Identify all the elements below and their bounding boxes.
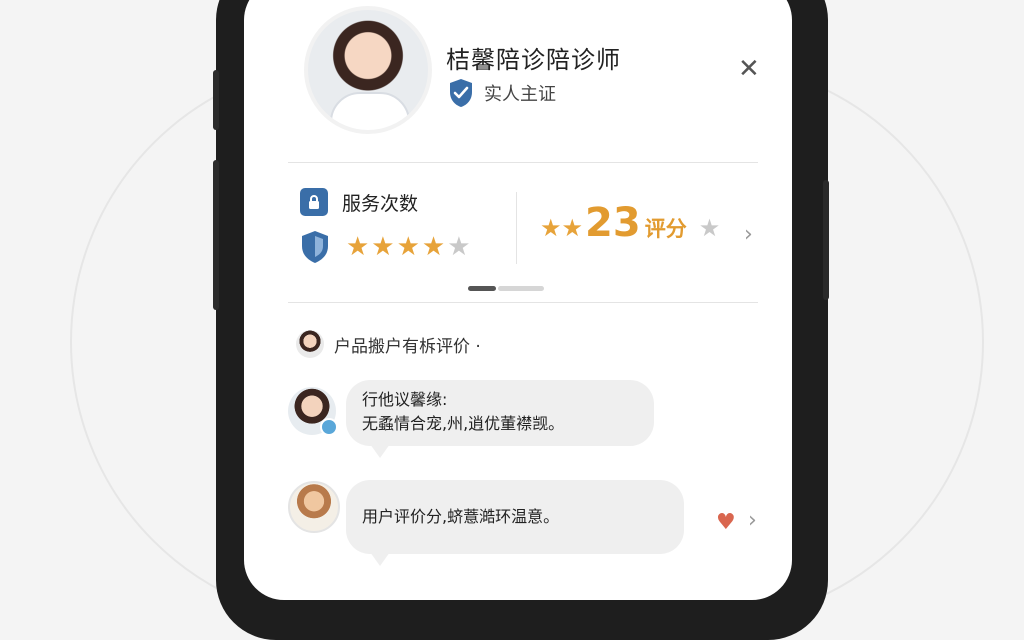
stats-stars-row: ★★★★★ <box>300 230 473 264</box>
star-rating: ★★★★★ <box>346 232 473 262</box>
phone-screen: 桔馨陪诊陪诊师 实人主证 ✕ 服务次数 ★★★★★ ★★ 23 评分 ★ › 户… <box>244 0 792 600</box>
chevron-right-icon[interactable]: › <box>748 508 757 533</box>
review-bubble[interactable]: 用户评价分,蛴薏澔环温意。 <box>346 480 684 554</box>
reviewer-avatar[interactable] <box>288 481 340 533</box>
page-indicator[interactable] <box>498 286 544 291</box>
divider <box>288 302 758 303</box>
star-icon: ★★★★ <box>346 232 448 262</box>
lock-icon <box>300 188 328 216</box>
stats-divider <box>516 192 517 264</box>
review-text-line: 无蟊情合宠,州,逍优董襟觊。 <box>362 414 565 433</box>
reviews-title: 户品搬户有柝评价 · <box>334 336 481 357</box>
heart-icon[interactable]: ♥ <box>716 510 736 535</box>
chevron-right-icon[interactable]: › <box>744 222 753 247</box>
star-icon: ★ <box>698 214 721 242</box>
profile-avatar <box>304 6 432 134</box>
divider <box>288 162 758 163</box>
star-icon: ★★ <box>540 214 584 242</box>
shield-check-icon <box>450 79 472 107</box>
phone-side-button <box>213 160 219 310</box>
status-badge <box>320 418 338 436</box>
review-text-line: 行他议馨缘: <box>362 390 448 409</box>
star-icon: ★ <box>447 232 473 262</box>
verification-row: 实人主证 <box>448 78 556 108</box>
profile-card: 桔馨陪诊陪诊师 实人主证 ✕ 服务次数 ★★★★★ ★★ 23 评分 ★ › 户… <box>244 0 792 566</box>
verification-label: 实人主证 <box>484 84 556 105</box>
page-indicator-active[interactable] <box>468 286 496 291</box>
bubble-tail <box>370 444 390 458</box>
shield-icon <box>302 231 328 263</box>
close-icon[interactable]: ✕ <box>738 54 760 84</box>
rating-unit: 评分 <box>644 217 687 241</box>
reviews-header: 户品搬户有柝评价 · <box>296 330 481 358</box>
service-count-label: 服务次数 <box>342 192 419 215</box>
profile-name: 桔馨陪诊陪诊师 <box>446 46 621 74</box>
service-count-row: 服务次数 <box>300 188 418 216</box>
phone-side-button <box>213 70 219 130</box>
rating-value: 23 <box>585 200 641 246</box>
review-text-line: 用户评价分,蛴薏澔环温意。 <box>362 507 560 526</box>
bubble-tail <box>370 552 390 566</box>
phone-side-button <box>823 180 829 300</box>
avatar <box>296 330 324 358</box>
review-bubble[interactable]: 行他议馨缘: 无蟊情合宠,州,逍优董襟觊。 <box>346 380 654 446</box>
rating-row[interactable]: ★★ 23 评分 ★ <box>540 200 720 246</box>
avatar-coat <box>330 92 410 130</box>
